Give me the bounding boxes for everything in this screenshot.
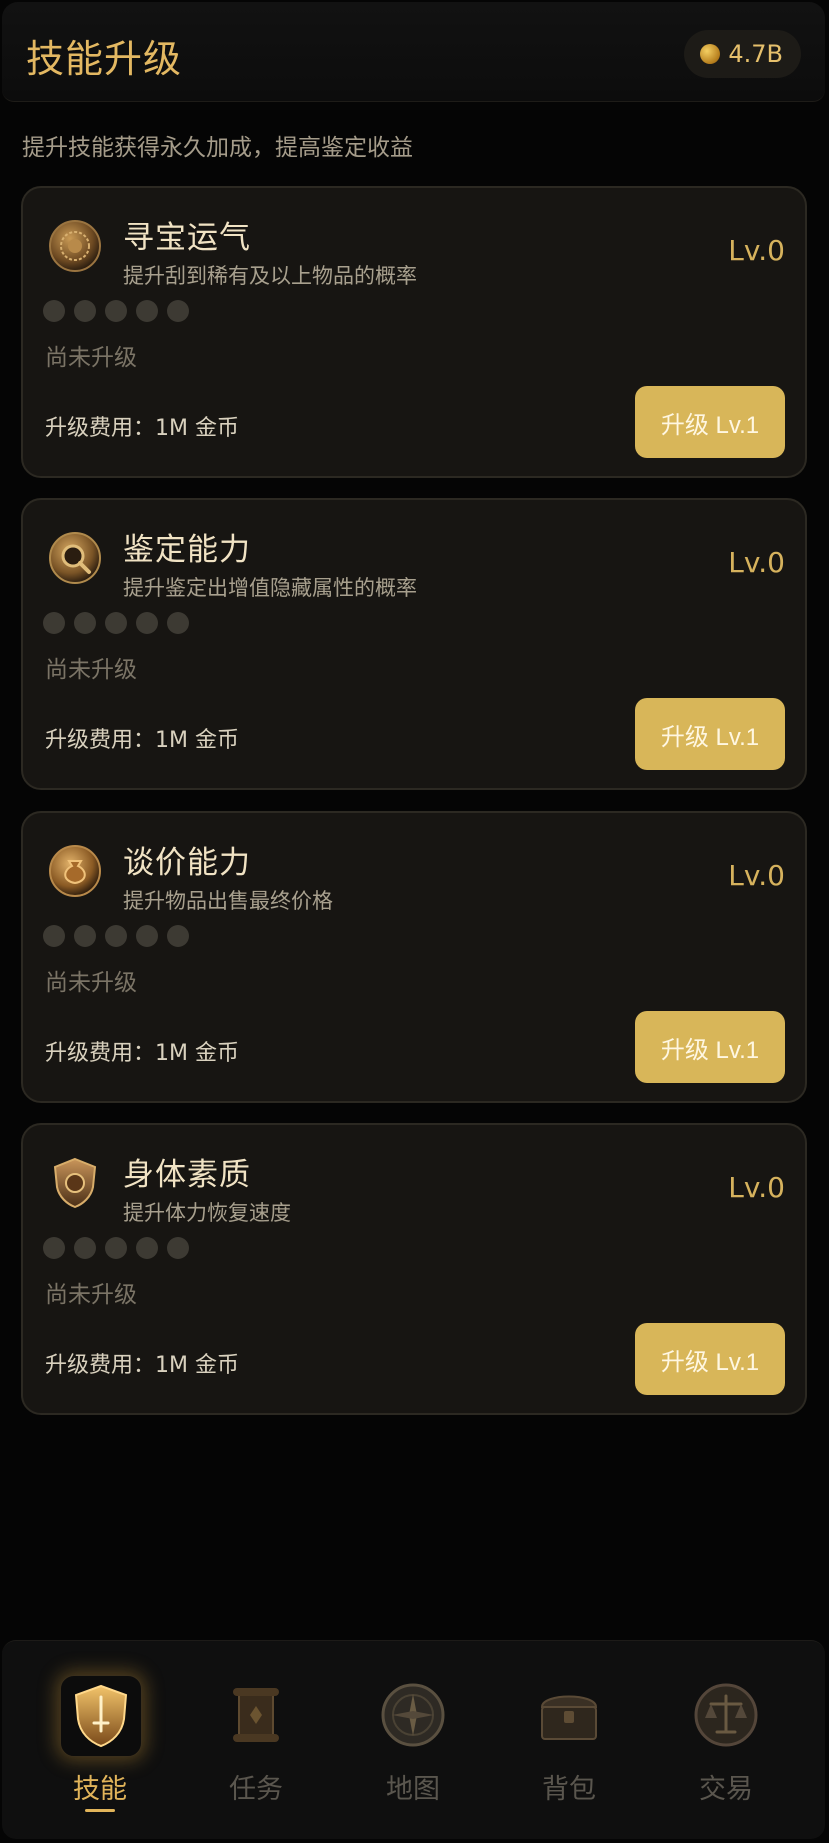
level-dot	[136, 300, 158, 322]
upgrade-cost: 升级费用：1M 金币	[45, 728, 239, 753]
nav-label: 任务	[229, 1774, 283, 1805]
skill-description: 提升体力恢复速度	[123, 1201, 291, 1225]
upgrade-button[interactable]: 升级 Lv.1	[635, 1011, 785, 1083]
level-dot	[136, 925, 158, 947]
scales-icon	[694, 1683, 758, 1747]
level-dot	[136, 1237, 158, 1259]
skill-card-bargaining: 谈价能力 提升物品出售最终价格 Lv.0 尚未升级 升级费用：1M 金币 升级 …	[21, 811, 807, 1103]
coin-icon	[700, 44, 721, 64]
level-dot	[43, 925, 65, 947]
skill-name: 寻宝运气	[123, 220, 251, 256]
level-progress-dots	[43, 300, 189, 322]
nav-tab-map[interactable]: 地图	[358, 1675, 468, 1825]
level-dot	[105, 612, 127, 634]
skill-name: 谈价能力	[123, 845, 251, 881]
skill-card-appraisal: 鉴定能力 提升鉴定出增值隐藏属性的概率 Lv.0 尚未升级 升级费用：1M 金币…	[21, 498, 807, 790]
skill-level: Lv.0	[728, 1171, 785, 1204]
page-subtitle: 提升技能获得永久加成，提高鉴定收益	[22, 135, 413, 161]
level-dot	[105, 925, 127, 947]
nav-tab-tasks[interactable]: 任务	[201, 1675, 311, 1825]
active-tab-indicator	[85, 1809, 115, 1812]
nav-label: 地图	[386, 1774, 440, 1805]
moneybag-medallion-icon	[49, 845, 101, 897]
level-dot	[105, 300, 127, 322]
coin-balance-badge: 4.7B	[684, 30, 801, 78]
upgrade-button[interactable]: 升级 Lv.1	[635, 1323, 785, 1395]
skill-description: 提升物品出售最终价格	[123, 889, 333, 913]
skill-description: 提升刮到稀有及以上物品的概率	[123, 264, 417, 288]
header-bar: 技能升级 4.7B	[2, 2, 825, 102]
skill-description: 提升鉴定出增值隐藏属性的概率	[123, 576, 417, 600]
skill-name: 鉴定能力	[123, 532, 251, 568]
scroll-icon	[233, 1688, 279, 1742]
lion-medallion-icon	[49, 220, 101, 272]
bottom-navigation: 技能 任务 地图 背包 交易	[2, 1640, 825, 1839]
level-dot	[74, 300, 96, 322]
level-dot	[105, 1237, 127, 1259]
skill-level: Lv.0	[728, 859, 785, 892]
nav-tab-trade[interactable]: 交易	[671, 1675, 781, 1825]
upgrade-cost: 升级费用：1M 金币	[45, 1353, 239, 1378]
level-dot	[43, 1237, 65, 1259]
skill-level: Lv.0	[728, 546, 785, 579]
shield-crest-icon	[53, 1157, 97, 1209]
level-dot	[167, 612, 189, 634]
nav-tab-skills[interactable]: 技能	[45, 1675, 155, 1825]
upgrade-button[interactable]: 升级 Lv.1	[635, 386, 785, 458]
level-dot	[167, 1237, 189, 1259]
magnifier-medallion-icon	[49, 532, 101, 584]
level-progress-dots	[43, 612, 189, 634]
page-title: 技能升级	[26, 37, 183, 81]
nav-label: 技能	[73, 1774, 127, 1805]
coin-balance-value: 4.7B	[728, 40, 783, 68]
level-dot	[43, 300, 65, 322]
level-dot	[74, 925, 96, 947]
chest-icon	[540, 1695, 598, 1740]
level-dot	[74, 612, 96, 634]
skill-card-treasure-luck: 寻宝运气 提升刮到稀有及以上物品的概率 Lv.0 尚未升级 升级费用：1M 金币…	[21, 186, 807, 478]
upgrade-cost: 升级费用：1M 金币	[45, 416, 239, 441]
upgrade-status: 尚未升级	[45, 345, 137, 371]
upgrade-status: 尚未升级	[45, 970, 137, 996]
upgrade-status: 尚未升级	[45, 657, 137, 683]
skill-card-physique: 身体素质 提升体力恢复速度 Lv.0 尚未升级 升级费用：1M 金币 升级 Lv…	[21, 1123, 807, 1415]
level-progress-dots	[43, 1237, 189, 1259]
nav-label: 交易	[699, 1774, 753, 1805]
level-dot	[74, 1237, 96, 1259]
upgrade-status: 尚未升级	[45, 1282, 137, 1308]
app-screen: 技能升级 4.7B 提升技能获得永久加成，提高鉴定收益 寻宝运气 提升刮到稀有及…	[0, 0, 829, 1843]
nav-tab-backpack[interactable]: 背包	[514, 1675, 624, 1825]
nav-label: 背包	[542, 1774, 596, 1805]
level-dot	[167, 925, 189, 947]
level-dot	[167, 300, 189, 322]
upgrade-button[interactable]: 升级 Lv.1	[635, 698, 785, 770]
shield-sword-icon	[74, 1684, 128, 1748]
level-dot	[43, 612, 65, 634]
skill-level: Lv.0	[728, 234, 785, 267]
level-progress-dots	[43, 925, 189, 947]
upgrade-cost: 升级费用：1M 金币	[45, 1041, 239, 1066]
level-dot	[136, 612, 158, 634]
compass-icon	[381, 1683, 445, 1747]
skill-name: 身体素质	[123, 1157, 251, 1193]
